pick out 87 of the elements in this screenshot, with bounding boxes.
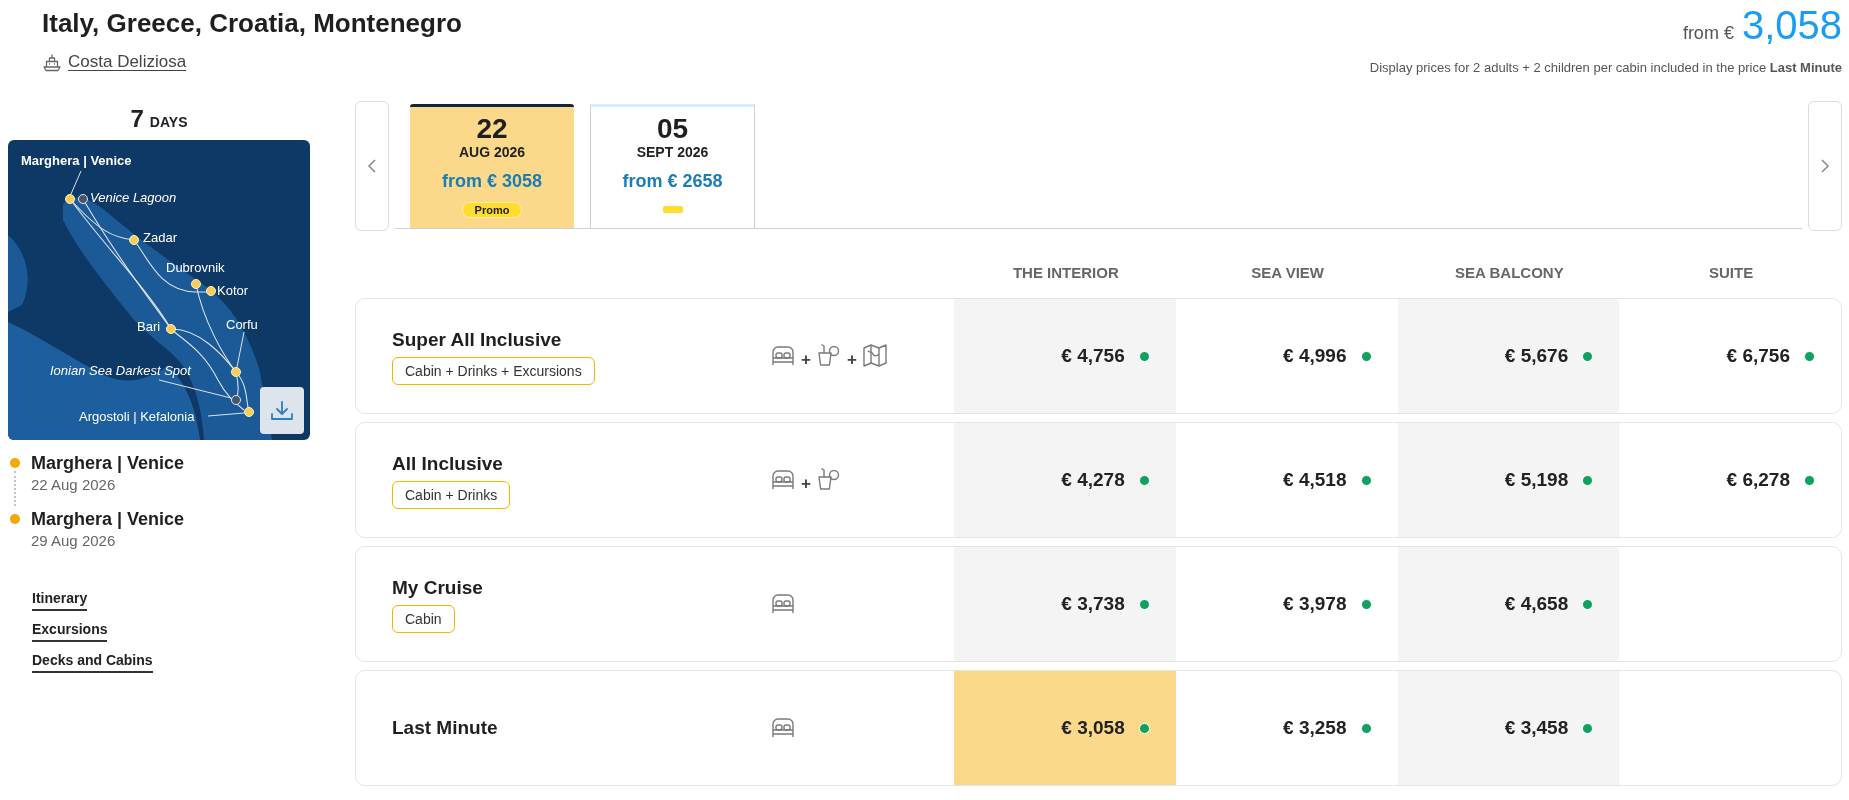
spot-marker-icon — [78, 194, 88, 204]
map-label: Bari — [137, 320, 161, 334]
price-prefix: from € — [1682, 22, 1734, 45]
lowest-price: 3,058 — [1741, 6, 1842, 44]
price-cell[interactable]: € 3,738 — [954, 547, 1176, 661]
availability-dot-icon — [1582, 598, 1594, 610]
sidebar-link[interactable]: Itinerary — [32, 588, 88, 611]
column-header: THE INTERIOR — [1011, 263, 1120, 283]
port-marker-icon — [166, 324, 176, 334]
date-tab[interactable]: 22 AUG 2026 from € 3058 Promo — [410, 104, 574, 228]
timeline-dot-icon — [10, 514, 20, 524]
next-dates-button[interactable] — [1808, 101, 1842, 231]
download-button[interactable] — [260, 387, 304, 434]
price-cell[interactable]: € 5,198 — [1397, 423, 1620, 537]
sidebar-link[interactable]: Decks and Cabins — [32, 650, 153, 673]
spot-marker-icon — [231, 395, 241, 405]
sidebar-link[interactable]: Excursions — [32, 619, 108, 642]
map-label: Zadar — [143, 231, 177, 245]
fare-name: Last Minute — [392, 716, 498, 740]
cruise-title: Italy, Greece, Croatia, Montenegro — [42, 7, 462, 40]
availability-dot-icon — [1360, 474, 1372, 486]
drink-icon — [815, 343, 842, 369]
port-date: 29 Aug 2026 — [31, 531, 117, 551]
port-marker-icon — [191, 279, 201, 289]
port-date: 22 Aug 2026 — [31, 475, 117, 495]
chevron-right-icon — [1820, 158, 1830, 174]
availability-dot-icon — [1360, 598, 1372, 610]
port-marker-icon — [231, 367, 241, 377]
leader-line — [207, 412, 245, 417]
map-label: Venice Lagoon — [90, 191, 177, 205]
availability-dot-icon — [1804, 350, 1815, 362]
availability-dot-icon — [1582, 474, 1594, 486]
port-marker-icon — [206, 286, 216, 296]
price-cell[interactable]: € 5,676 — [1397, 299, 1620, 413]
download-icon — [270, 399, 294, 422]
availability-dot-icon — [1138, 598, 1150, 610]
leader-line — [70, 170, 82, 195]
fare-name: Super All Inclusive — [392, 327, 562, 352]
availability-dot-icon — [1138, 474, 1150, 486]
inclusions-tag: Cabin + Drinks + Excursions — [392, 356, 595, 385]
map-label: Corfu — [226, 318, 258, 332]
map-icon — [861, 343, 888, 369]
ship-link[interactable]: Costa Deliziosa — [68, 51, 187, 73]
port-marker-icon — [129, 235, 139, 245]
fare-name: My Cruise — [392, 575, 483, 600]
inclusions-tag: Cabin — [392, 604, 455, 633]
plus-sign: + — [801, 475, 811, 493]
map-label: Kotor — [217, 284, 249, 298]
price-cell[interactable]: € 3,458 — [1397, 671, 1620, 785]
availability-dot-icon — [1138, 350, 1150, 362]
previous-dates-button[interactable] — [355, 101, 389, 231]
ship-icon — [42, 52, 62, 72]
price-cell[interactable]: € 4,658 — [1397, 547, 1620, 661]
column-header: SUITE — [1708, 263, 1755, 283]
price-note: Display prices for 2 adults + 2 children per cabin included in the price Last Minute — [1369, 59, 1842, 77]
availability-dot-icon — [1360, 350, 1372, 362]
port-marker-icon — [65, 194, 75, 204]
availability-dot-icon — [1582, 722, 1594, 734]
availability-dot-icon — [1804, 474, 1815, 486]
column-header: SEA VIEW — [1250, 263, 1325, 283]
plus-sign: + — [846, 351, 857, 369]
date-tab[interactable]: 05 SEPT 2026 from € 2658 — [590, 104, 755, 228]
timeline-dot-icon — [10, 458, 20, 468]
availability-dot-icon — [1582, 350, 1594, 362]
chevron-left-icon — [367, 158, 377, 174]
price-cell[interactable]: € 3,058 — [954, 671, 1176, 785]
port-name: Marghera | Venice — [31, 508, 185, 530]
duration-number: 7 — [130, 107, 144, 131]
price-cell[interactable]: € 4,278 — [954, 423, 1176, 537]
map-label: Argostoli | Kefalonia — [79, 410, 195, 424]
badge-bar-icon — [662, 206, 683, 213]
availability-dot-icon — [1138, 722, 1150, 734]
inclusions-tag: Cabin + Drinks — [392, 480, 511, 509]
availability-dot-icon — [1360, 722, 1372, 734]
port-marker-icon — [244, 407, 254, 417]
duration-unit: DAYS — [149, 115, 188, 129]
drink-icon — [815, 467, 842, 493]
leader-line — [236, 331, 245, 368]
map-label: Dubrovnik — [166, 261, 225, 275]
column-header: SEA BALCONY — [1454, 263, 1565, 283]
plus-sign: + — [801, 351, 811, 369]
map-label: Ionian Sea Darkest Spot — [50, 364, 191, 378]
fare-name: All Inclusive — [392, 451, 503, 476]
map-label: Marghera | Venice — [21, 154, 132, 168]
port-name: Marghera | Venice — [31, 452, 185, 474]
price-cell[interactable]: € 4,756 — [954, 299, 1176, 413]
promo-badge: Promo — [461, 202, 523, 218]
